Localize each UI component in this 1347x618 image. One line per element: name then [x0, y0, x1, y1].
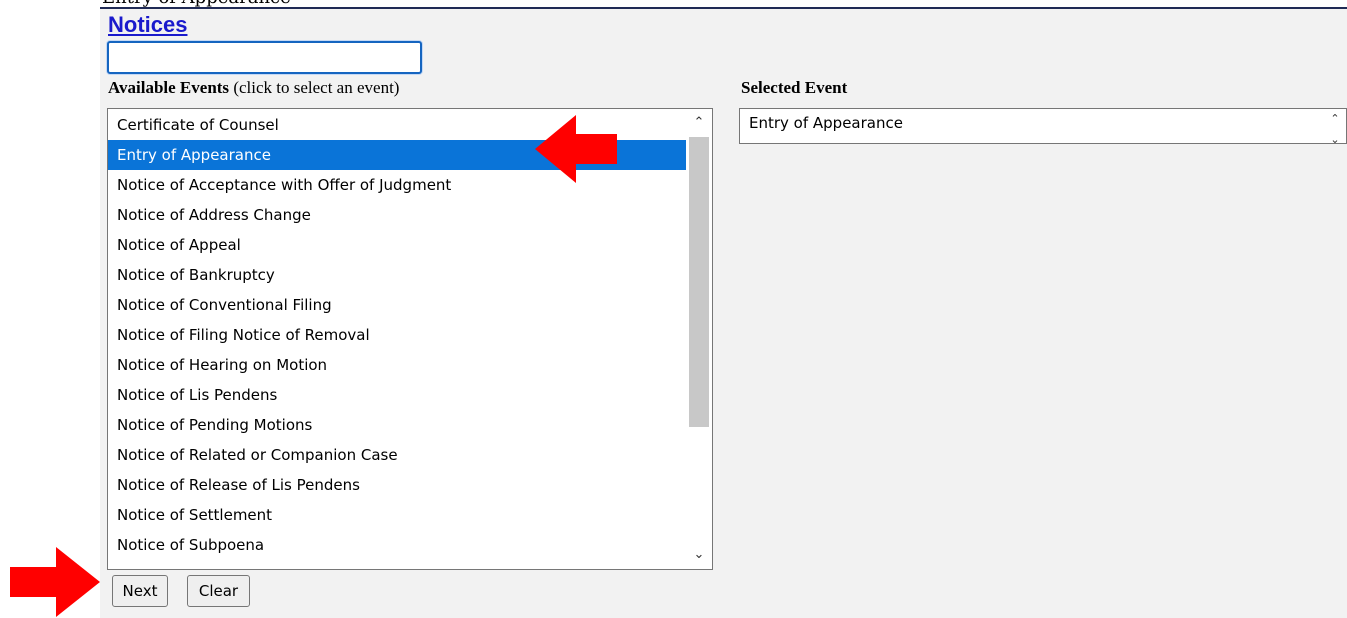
search-input[interactable]: [107, 41, 422, 74]
list-item[interactable]: Notice of Related or Companion Case: [108, 440, 686, 470]
selected-scrollbar[interactable]: ⌃ ⌄: [1324, 109, 1346, 146]
red-arrow-icon: [535, 115, 617, 183]
available-events-label: Available Events (click to select an eve…: [108, 78, 399, 98]
list-item[interactable]: Notice of Subpoena: [108, 530, 686, 560]
selected-event-label: Selected Event: [741, 78, 848, 97]
scrollbar-thumb[interactable]: [689, 137, 709, 427]
selected-event-item[interactable]: Entry of Appearance: [749, 114, 903, 132]
list-item[interactable]: Notice of Bankruptcy: [108, 260, 686, 290]
available-events-listbox[interactable]: Certificate of Counsel Entry of Appearan…: [107, 108, 713, 570]
page-title[interactable]: Notices: [108, 12, 187, 38]
chevron-down-icon[interactable]: ⌄: [686, 543, 712, 567]
chevron-down-icon[interactable]: ⌄: [1324, 133, 1346, 147]
list-item[interactable]: Notice of Filing Notice of Removal: [108, 320, 686, 350]
list-item[interactable]: Notice of Pending Motions: [108, 410, 686, 440]
top-divider: [100, 7, 1347, 9]
listbox-scrollbar[interactable]: ⌃ ⌄: [686, 109, 712, 569]
clear-button[interactable]: Clear: [187, 575, 250, 607]
list-item[interactable]: Notice of Lis Pendens: [108, 380, 686, 410]
selected-event-listbox[interactable]: Entry of Appearance ⌃ ⌄: [739, 108, 1347, 146]
list-item[interactable]: Notice of Release of Lis Pendens: [108, 470, 686, 500]
available-events-label-hint: (click to select an event): [229, 78, 400, 97]
chevron-up-icon[interactable]: ⌃: [1324, 112, 1346, 126]
list-item[interactable]: Notice of Appeal: [108, 230, 686, 260]
chevron-up-icon[interactable]: ⌃: [686, 111, 712, 135]
next-button[interactable]: Next: [112, 575, 168, 607]
available-events-label-bold: Available Events: [108, 78, 230, 97]
list-item[interactable]: Notice of Conventional Filing: [108, 290, 686, 320]
list-item[interactable]: Notice of Settlement: [108, 500, 686, 530]
red-arrow-icon: [10, 547, 100, 617]
list-item[interactable]: Notice of Hearing on Motion: [108, 350, 686, 380]
list-item[interactable]: Notice of Address Change: [108, 200, 686, 230]
